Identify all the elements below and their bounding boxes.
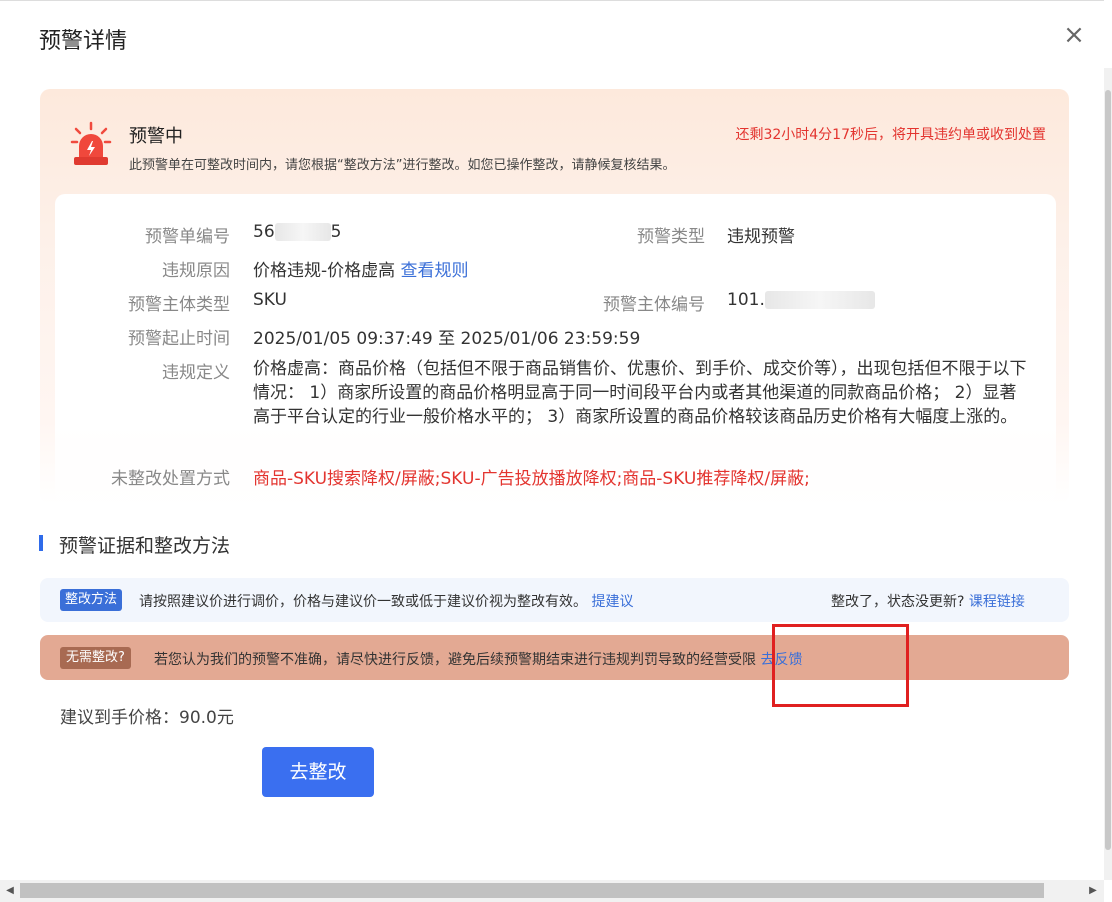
subject-no-label: 预警主体编号 [603, 295, 705, 315]
fix-now-button[interactable]: 去整改 [262, 747, 374, 797]
redacted-blur [274, 223, 331, 241]
subject-type-value: SKU [253, 290, 287, 310]
definition-value: 价格虚高：商品价格（包括但不限于商品销售价、优惠价、到手价、成交价等），出现包括… [253, 359, 1027, 427]
reason-label: 违规原因 [162, 261, 230, 281]
scroll-right-icon[interactable]: ▶ [1086, 883, 1100, 898]
section-accent-bar [39, 535, 43, 551]
subject-no-value: 101. [727, 290, 875, 310]
vertical-scroll-thumb[interactable] [1105, 90, 1111, 850]
scroll-left-icon[interactable]: ◀ [3, 883, 17, 898]
status-description: 此预警单在可整改时间内，请您根据“整改方法”进行整改。如您已操作整改，请静候复核… [129, 158, 676, 173]
close-icon[interactable]: × [1062, 22, 1086, 48]
alert-type-value: 违规预警 [727, 227, 795, 247]
horizontal-scroll-thumb[interactable] [20, 883, 1044, 898]
disposal-value: 商品-SKU搜索降权/屏蔽;SKU-广告投放播放降权;商品-SKU推荐降权/屏蔽… [253, 469, 810, 489]
order-no-suffix: 5 [330, 222, 342, 242]
subject-no-prefix: 101. [727, 290, 765, 310]
reason-value: 价格违规-价格虚高 查看规则 [253, 256, 469, 281]
dialog-title: 预警详情 [39, 29, 128, 54]
alarm-siren-icon [70, 121, 112, 165]
feedback-text: 若您认为我们的预警不准确，请尽快进行反馈，避免后续预警期结束进行违规判罚导致的经… [154, 649, 802, 669]
view-rules-link[interactable]: 查看规则 [401, 261, 469, 281]
definition-label: 违规定义 [162, 363, 230, 383]
subject-type-label: 预警主体类型 [128, 295, 230, 315]
countdown-warning: 还剩32小时4分17秒后，将开具违约单或收到处置 [735, 127, 1046, 143]
no-fix-needed-tag: 无需整改? [60, 647, 131, 669]
reason-text: 价格违规-价格虚高 [253, 261, 396, 281]
period-value: 2025/01/05 09:37:49 至 2025/01/06 23:59:5… [253, 329, 641, 349]
suggest-link[interactable]: 提建议 [591, 594, 633, 610]
alert-type-label: 预警类型 [637, 227, 705, 247]
highlight-box [772, 624, 909, 707]
alert-detail-dialog: 预警详情 × 预警中 此预警单在可整改时间内，请您根据“整改方法”进行整改。如您… [0, 0, 1104, 880]
method-text: 请按照建议价进行调价，价格与建议价一致或低于建议价视为整改有效。 提建议 [139, 591, 633, 611]
disposal-label: 未整改处置方式 [111, 469, 230, 489]
redacted-blur [764, 291, 875, 309]
period-label: 预警起止时间 [128, 329, 230, 349]
course-link[interactable]: 课程链接 [969, 594, 1025, 610]
order-no-value: 56 5 [253, 222, 341, 242]
method-tag: 整改方法 [60, 589, 123, 611]
method-description: 请按照建议价进行调价，价格与建议价一致或低于建议价视为整改有效。 [139, 594, 587, 610]
order-no-label: 预警单编号 [145, 227, 230, 247]
status-not-updated-text: 整改了，状态没更新? [831, 594, 965, 610]
feedback-description: 若您认为我们的预警不准确，请尽快进行反馈，避免后续预警期结束进行违规判罚导致的经… [154, 652, 756, 668]
section-title: 预警证据和整改方法 [59, 535, 231, 557]
status-title: 预警中 [129, 126, 183, 147]
suggested-price: 建议到手价格：90.0元 [60, 708, 234, 728]
status-not-updated: 整改了，状态没更新? 课程链接 [831, 591, 1025, 611]
order-no-prefix: 56 [253, 222, 275, 242]
